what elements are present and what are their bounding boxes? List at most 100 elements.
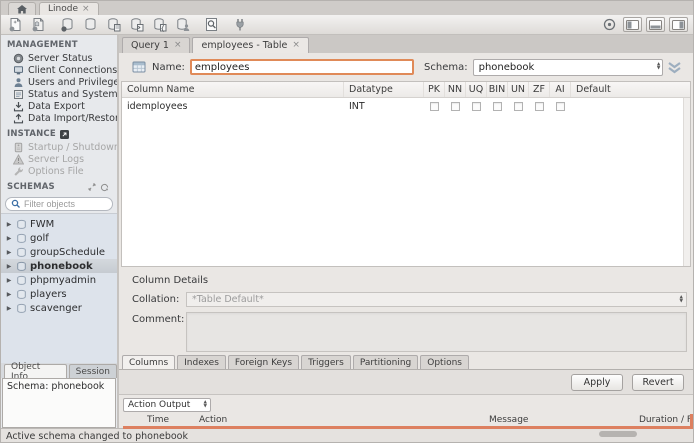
new-sql-tab-icon[interactable] — [6, 16, 25, 33]
schema-item-golf[interactable]: ▶ golf — [1, 231, 117, 245]
search-data-icon[interactable] — [202, 16, 221, 33]
create-schema-icon[interactable] — [58, 16, 77, 33]
ao-col-message: Message — [489, 415, 639, 425]
connection-tab-linode[interactable]: Linode × — [39, 2, 99, 15]
close-icon[interactable]: × — [82, 5, 90, 14]
tab-foreign-keys[interactable]: Foreign Keys — [228, 355, 299, 369]
object-info-text: Schema: phonebook — [7, 381, 104, 392]
status-text: Active schema changed to phonebook — [6, 431, 188, 442]
cell-datatype[interactable]: INT — [344, 101, 424, 112]
sidebar-item-server-logs[interactable]: Server Logs — [1, 153, 117, 165]
toggle-left-sidebar-icon[interactable] — [623, 17, 642, 32]
create-function-icon[interactable] — [150, 16, 169, 33]
schema-db-icon — [16, 261, 27, 272]
spinner-icon[interactable]: ▲▼ — [204, 401, 207, 409]
toggle-output-area-icon[interactable] — [646, 17, 665, 32]
sidebar-item-data-import[interactable]: Data Import/Restore — [1, 112, 117, 124]
spinner-icon[interactable]: ▲▼ — [657, 63, 660, 71]
sidebar-item-server-status[interactable]: Server Status — [1, 52, 117, 64]
schema-item-phpmyadmin[interactable]: ▶ phpmyadmin — [1, 273, 117, 287]
comment-label: Comment: — [132, 312, 176, 325]
tab-columns[interactable]: Columns — [122, 355, 175, 369]
schema-item-groupschedule[interactable]: ▶ groupSchedule — [1, 245, 117, 259]
tab-object-info[interactable]: Object Info — [4, 364, 67, 378]
client-connections-icon — [12, 65, 24, 76]
schema-item-players[interactable]: ▶ players — [1, 287, 117, 301]
checkbox-un[interactable] — [508, 102, 529, 111]
apply-revert-row: Apply Revert — [119, 370, 693, 395]
column-row-idemployees[interactable]: idemployees INT — [122, 98, 690, 114]
window-tab-strip: Linode × — [1, 1, 693, 15]
expand-arrow-icon[interactable]: ▶ — [5, 277, 13, 284]
tab-employees-table[interactable]: employees - Table × — [192, 37, 308, 53]
schema-item-scavenger[interactable]: ▶ scavenger — [1, 301, 117, 315]
connection-tab-label: Linode — [48, 4, 78, 14]
checkbox-zf[interactable] — [529, 102, 550, 111]
checkbox-uq[interactable] — [466, 102, 487, 111]
home-tab[interactable] — [8, 2, 36, 15]
grid-vertical-scrollbar[interactable] — [683, 98, 690, 266]
data-export-icon — [12, 101, 24, 112]
action-output-panel: Action Output ▲▼ Time Action Message Dur… — [119, 395, 693, 428]
cell-column-name[interactable]: idemployees — [122, 101, 344, 112]
checkbox-ai[interactable] — [550, 102, 571, 111]
create-table-icon[interactable] — [81, 16, 100, 33]
tab-options[interactable]: Options — [420, 355, 469, 369]
action-output-select[interactable]: Action Output ▲▼ — [123, 398, 211, 412]
schema-filter-input[interactable] — [24, 199, 102, 209]
expand-arrow-icon[interactable]: ▶ — [5, 291, 13, 298]
expand-arrow-icon[interactable]: ▶ — [5, 263, 13, 270]
collapse-header-chevron-icon[interactable] — [663, 61, 685, 74]
collation-select[interactable]: *Table Default* ▲▼ — [186, 292, 687, 307]
tab-query-1[interactable]: Query 1 × — [122, 37, 190, 53]
toggle-right-sidebar-icon[interactable] — [669, 17, 688, 32]
reconnect-icon[interactable] — [231, 16, 250, 33]
action-output-highlight-bar — [123, 426, 690, 429]
create-view-icon[interactable] — [104, 16, 123, 33]
sidebar-item-status-system-variables[interactable]: Status and System Variables — [1, 88, 117, 100]
expand-arrow-icon[interactable]: ▶ — [5, 235, 13, 242]
schema-db-icon — [16, 233, 27, 244]
action-output-header: Time Action Message Duration / Fetch — [123, 414, 690, 426]
expand-schemas-icon[interactable] — [88, 183, 96, 191]
revert-button[interactable]: Revert — [632, 374, 684, 391]
collation-value: *Table Default* — [192, 294, 264, 305]
sidebar-item-users-privileges[interactable]: Users and Privileges — [1, 76, 117, 88]
schema-item-phonebook[interactable]: ▶ phonebook — [1, 259, 117, 273]
sidebar-item-data-export[interactable]: Data Export — [1, 100, 117, 112]
tab-session[interactable]: Session — [69, 364, 117, 378]
expand-arrow-icon[interactable]: ▶ — [5, 221, 13, 228]
dashboard-icon[interactable] — [600, 16, 619, 33]
tab-triggers[interactable]: Triggers — [301, 355, 351, 369]
schema-item-fwm[interactable]: ▶ FWM — [1, 217, 117, 231]
close-icon[interactable]: × — [174, 41, 182, 50]
refresh-schemas-icon[interactable] — [100, 183, 109, 192]
checkbox-bin[interactable] — [487, 102, 508, 111]
window-body: MANAGEMENT Server Status Client Connecti… — [1, 35, 693, 428]
instance-jump-icon[interactable] — [60, 130, 69, 139]
sidebar-item-startup-shutdown[interactable]: Startup / Shutdown — [1, 141, 117, 153]
checkbox-nn[interactable] — [445, 102, 466, 111]
horizontal-scrollbar-thumb[interactable] — [599, 431, 637, 437]
expand-arrow-icon[interactable]: ▶ — [5, 249, 13, 256]
tab-partitioning[interactable]: Partitioning — [353, 355, 418, 369]
sidebar-item-client-connections[interactable]: Client Connections — [1, 64, 117, 76]
comment-textarea[interactable] — [186, 312, 687, 352]
tab-indexes[interactable]: Indexes — [177, 355, 226, 369]
create-user-icon[interactable] — [173, 16, 192, 33]
management-section-header: MANAGEMENT — [1, 35, 117, 52]
checkbox-pk[interactable] — [424, 102, 445, 111]
col-header-pk: PK — [424, 82, 445, 97]
open-sql-script-icon[interactable] — [29, 16, 48, 33]
schema-db-icon — [16, 219, 27, 230]
close-icon[interactable]: × — [292, 41, 300, 50]
spinner-icon[interactable]: ▲▼ — [680, 296, 683, 304]
schema-select[interactable]: phonebook ▲▼ — [473, 59, 664, 76]
instance-section-header: INSTANCE — [1, 124, 117, 141]
apply-button[interactable]: Apply — [571, 374, 623, 391]
create-procedure-icon[interactable] — [127, 16, 146, 33]
editor-tab-bar: Query 1 × employees - Table × — [119, 35, 693, 53]
sidebar-item-options-file[interactable]: Options File — [1, 165, 117, 177]
table-name-input[interactable] — [190, 59, 414, 75]
expand-arrow-icon[interactable]: ▶ — [5, 305, 13, 312]
